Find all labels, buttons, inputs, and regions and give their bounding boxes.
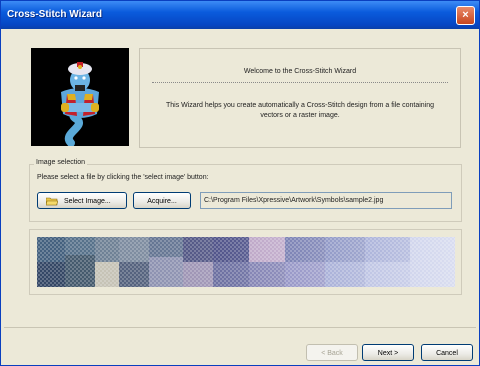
- genie-icon: [31, 48, 129, 146]
- select-image-label: Select Image...: [64, 198, 111, 205]
- welcome-panel: Welcome to the Cross-Stitch Wizard This …: [139, 48, 461, 148]
- wizard-window: Cross-Stitch Wizard × Welcome to the Cro…: [0, 0, 480, 366]
- file-path-field[interactable]: C:\Program Files\Xpressive\Artwork\Symbo…: [200, 192, 452, 209]
- dialog-client-area: Welcome to the Cross-Stitch Wizard This …: [4, 30, 476, 362]
- cross-stitch-preview-image: [37, 237, 455, 287]
- acquire-button[interactable]: Acquire...: [133, 192, 191, 209]
- select-image-button[interactable]: Select Image...: [37, 192, 127, 209]
- footer-divider: [4, 327, 476, 328]
- next-button[interactable]: Next >: [362, 344, 414, 361]
- back-button[interactable]: < Back: [306, 344, 358, 361]
- welcome-divider: [152, 82, 448, 83]
- close-icon: ×: [462, 9, 469, 21]
- image-selection-group: Image selection Please select a file by …: [29, 159, 462, 222]
- welcome-description: This Wizard helps you create automatical…: [165, 102, 435, 119]
- close-button[interactable]: ×: [456, 6, 475, 25]
- cancel-button[interactable]: Cancel: [421, 344, 473, 361]
- title-bar[interactable]: Cross-Stitch Wizard ×: [1, 1, 479, 29]
- genie-illustration: [31, 48, 129, 146]
- open-folder-icon: [46, 197, 58, 206]
- window-title: Cross-Stitch Wizard: [7, 9, 102, 20]
- welcome-heading: Welcome to the Cross-Stitch Wizard: [243, 68, 357, 75]
- image-preview-panel: [29, 229, 462, 295]
- image-selection-instruction: Please select a file by clicking the 'se…: [37, 174, 209, 181]
- image-selection-label: Image selection: [34, 159, 88, 166]
